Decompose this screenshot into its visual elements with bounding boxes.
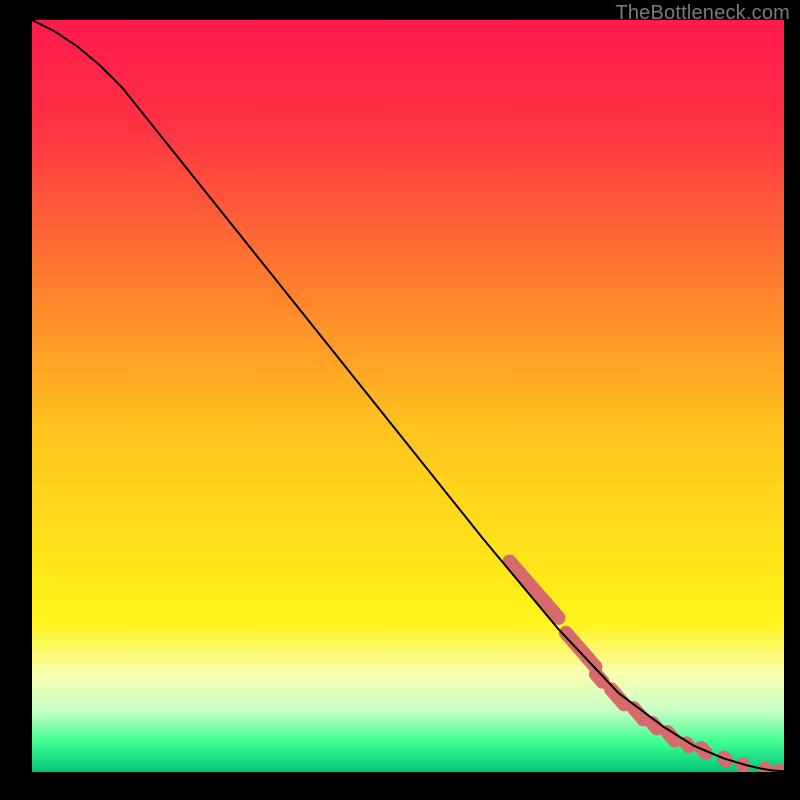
curve-line (32, 20, 784, 771)
chart-stage: TheBottleneck.com (0, 0, 800, 800)
marker-group (510, 561, 779, 771)
chart-svg (32, 20, 784, 772)
data-marker (566, 633, 595, 667)
data-marker (686, 743, 689, 746)
data-marker (652, 723, 657, 728)
data-marker (510, 561, 559, 617)
attribution-text: TheBottleneck.com (615, 2, 790, 25)
plot-area (32, 20, 784, 772)
